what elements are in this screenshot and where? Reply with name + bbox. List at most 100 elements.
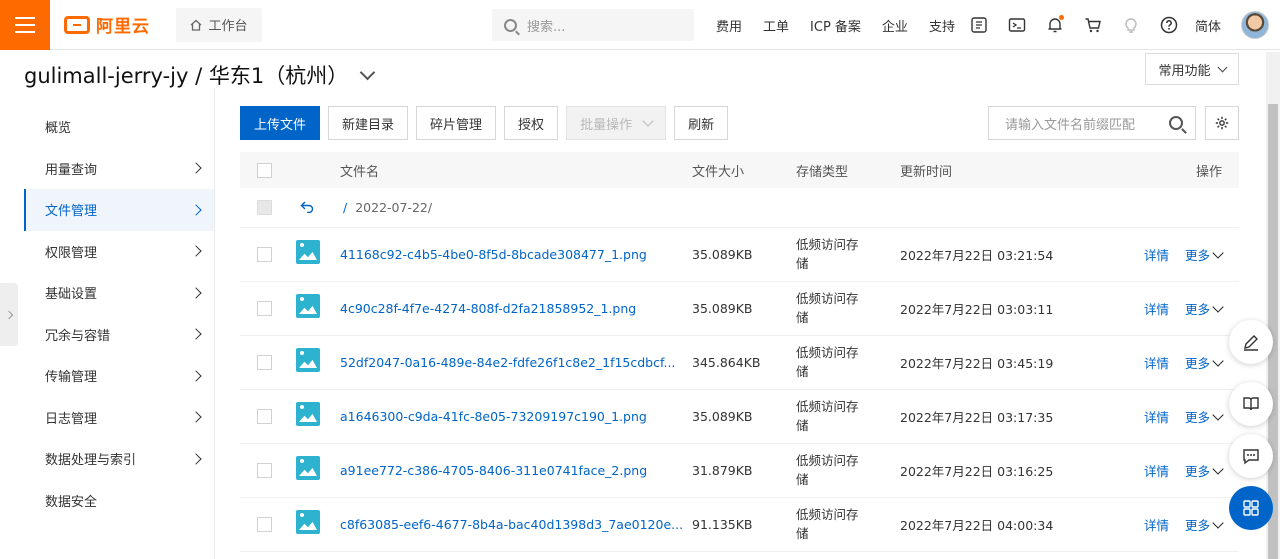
- file-name-link[interactable]: 52df2047-0a16-489e-84e2-fdfe26f1c8e2_1f1…: [340, 355, 675, 370]
- back-arrow-icon[interactable]: [300, 201, 314, 213]
- table-row: a91ee772-c386-4705-8406-311e0741face_2.p…: [240, 444, 1239, 498]
- upload-file-button[interactable]: 上传文件: [240, 106, 321, 140]
- update-time: 2022年7月22日 04:00:34: [900, 518, 1054, 533]
- file-name-link[interactable]: a1646300-c9da-41fc-8e05-73209197c190_1.p…: [340, 409, 647, 424]
- detail-link[interactable]: 详情: [1144, 461, 1169, 480]
- cart-icon[interactable]: [1082, 14, 1104, 36]
- row-operations: 详情 更多: [1144, 245, 1224, 264]
- bucket-selector[interactable]: gulimall-jerry-jy / 华东1（杭州）: [24, 60, 376, 90]
- nav-link-tickets[interactable]: 工单: [763, 16, 789, 35]
- more-label: 更多: [1184, 518, 1210, 533]
- chevron-down-icon: [1212, 408, 1224, 421]
- row-checkbox[interactable]: [257, 517, 272, 532]
- sidebar-item-usage[interactable]: 用量查询: [24, 148, 214, 190]
- page-scrollbar[interactable]: [1266, 52, 1280, 559]
- table-row: c8f63085-eef6-4677-8b4a-bac40d1398d3_7ae…: [240, 498, 1239, 552]
- logo-text: 阿里云: [96, 17, 150, 37]
- chat-float-button[interactable]: [1229, 434, 1273, 478]
- row-checkbox[interactable]: [257, 301, 272, 316]
- more-dropdown[interactable]: 更多: [1184, 461, 1224, 480]
- authorize-button[interactable]: 授权: [504, 106, 559, 140]
- nav-link-support[interactable]: 支持: [929, 16, 955, 35]
- search-icon: [1169, 116, 1183, 130]
- app-icon[interactable]: [968, 14, 990, 36]
- file-name-link[interactable]: 41168c92-c4b5-4be0-8f5d-8bcade308477_1.p…: [340, 247, 647, 262]
- chevron-right-icon: [190, 287, 202, 299]
- aliyun-logo[interactable]: 阿里云: [64, 0, 164, 50]
- common-functions-dropdown[interactable]: 常用功能: [1145, 53, 1239, 85]
- bell-icon[interactable]: [1044, 14, 1066, 36]
- chevron-down-icon: [642, 115, 654, 127]
- detail-link[interactable]: 详情: [1144, 245, 1169, 264]
- workbench-button[interactable]: 工作台: [176, 7, 262, 42]
- more-label: 更多: [1184, 410, 1210, 425]
- sidebar-item-overview[interactable]: 概览: [24, 106, 214, 148]
- language-switch[interactable]: 简体: [1195, 16, 1221, 35]
- more-dropdown[interactable]: 更多: [1185, 353, 1224, 372]
- bulb-icon[interactable]: [1120, 14, 1142, 36]
- chevron-right-icon: [190, 245, 202, 257]
- more-dropdown[interactable]: 更多: [1185, 299, 1224, 318]
- detail-link[interactable]: 详情: [1144, 299, 1169, 318]
- sidebar-item-logs[interactable]: 日志管理: [24, 397, 214, 439]
- more-dropdown[interactable]: 更多: [1184, 407, 1224, 426]
- home-icon: [191, 19, 202, 31]
- chevron-down-icon: [359, 64, 376, 80]
- sidebar-item-file-management[interactable]: 文件管理: [24, 189, 214, 231]
- apps-float-button[interactable]: [1229, 486, 1273, 530]
- file-name-link[interactable]: c8f63085-eef6-4677-8b4a-bac40d1398d3_7ae…: [340, 517, 683, 532]
- fragment-management-button[interactable]: 碎片管理: [416, 106, 497, 140]
- chevron-right-icon: [190, 411, 202, 423]
- hamburger-menu-button[interactable]: [0, 0, 50, 50]
- detail-link[interactable]: 详情: [1144, 407, 1169, 426]
- detail-link[interactable]: 详情: [1144, 353, 1169, 372]
- row-checkbox[interactable]: [257, 409, 272, 424]
- sidebar-item-basic-settings[interactable]: 基础设置: [24, 272, 214, 314]
- more-dropdown[interactable]: 更多: [1184, 515, 1224, 534]
- nav-link-enterprise[interactable]: 企业: [882, 16, 908, 35]
- sidebar-item-data-security[interactable]: 数据安全: [24, 480, 214, 522]
- notification-dot: [1059, 15, 1064, 20]
- top-nav-icons: [968, 0, 1196, 50]
- global-search-input[interactable]: 搜索...: [492, 9, 694, 41]
- file-name-link[interactable]: 4c90c28f-4f7e-4274-808f-d2fa21858952_1.p…: [340, 301, 636, 316]
- nav-link-billing[interactable]: 费用: [716, 16, 742, 35]
- bucket-title: gulimall-jerry-jy / 华东1（杭州）: [24, 64, 349, 88]
- batch-operations-button[interactable]: 批量操作: [566, 106, 667, 140]
- sidebar-item-redundancy[interactable]: 冗余与容错: [24, 314, 214, 356]
- edit-float-button[interactable]: [1229, 320, 1273, 364]
- terminal-icon[interactable]: [1006, 14, 1028, 36]
- refresh-button[interactable]: 刷新: [674, 106, 729, 140]
- row-checkbox[interactable]: [257, 463, 272, 478]
- user-avatar[interactable]: [1241, 11, 1269, 39]
- sidebar-item-data-processing[interactable]: 数据处理与索引: [24, 438, 214, 480]
- new-directory-button[interactable]: 新建目录: [328, 106, 409, 140]
- help-icon[interactable]: [1158, 14, 1180, 36]
- root-path-link[interactable]: /: [343, 200, 347, 215]
- sidebar-item-label: 数据安全: [45, 494, 98, 510]
- sidebar-item-permissions[interactable]: 权限管理: [24, 231, 214, 273]
- chevron-down-icon: [1212, 462, 1224, 475]
- update-time: 2022年7月22日 03:17:35: [900, 410, 1054, 425]
- sidebar-item-transfer[interactable]: 传输管理: [24, 355, 214, 397]
- file-prefix-search-input[interactable]: 请输入文件名前缀匹配: [988, 106, 1196, 140]
- storage-type: 低频访问存储: [796, 345, 859, 379]
- chevron-down-icon: [1212, 246, 1224, 259]
- more-dropdown[interactable]: 更多: [1185, 245, 1224, 264]
- row-checkbox[interactable]: [257, 355, 272, 370]
- select-all-checkbox[interactable]: [257, 162, 272, 178]
- docs-float-button[interactable]: [1229, 382, 1273, 426]
- detail-link[interactable]: 详情: [1144, 515, 1169, 534]
- more-label: 更多: [1184, 464, 1210, 479]
- row-operations: 详情 更多: [1144, 299, 1224, 318]
- file-name-link[interactable]: a91ee772-c386-4705-8406-311e0741face_2.p…: [340, 463, 647, 478]
- update-time: 2022年7月22日 03:45:19: [900, 356, 1054, 371]
- header-operations: 操作: [1195, 164, 1222, 180]
- gear-icon: [1215, 116, 1229, 130]
- file-size: 35.089KB: [692, 301, 753, 316]
- sidebar-collapse-handle[interactable]: [0, 283, 18, 346]
- nav-link-icp[interactable]: ICP 备案: [810, 16, 861, 35]
- chevron-right-icon: [190, 162, 202, 174]
- row-checkbox[interactable]: [257, 247, 272, 262]
- table-settings-button[interactable]: [1205, 106, 1239, 140]
